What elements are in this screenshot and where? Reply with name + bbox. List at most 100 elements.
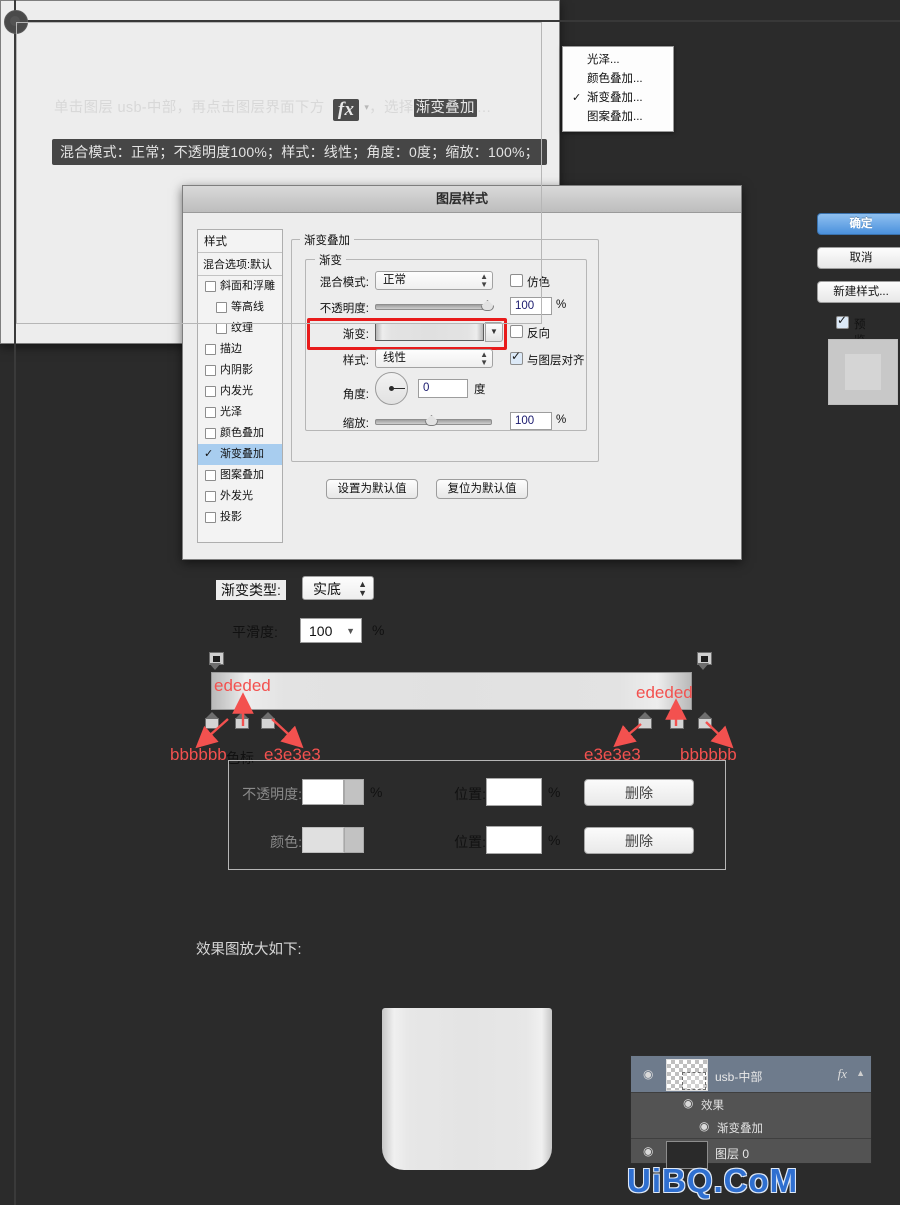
style-row-satin[interactable]: 光泽	[198, 402, 282, 423]
eye-icon-layer0[interactable]: ◉	[643, 1144, 653, 1158]
style-row-inner-glow[interactable]: 内发光	[198, 381, 282, 402]
layers-panel: ◉ usb-中部 fx ▲ ◉ 效果 ◉ 渐变叠加 ◉ 图层 0	[630, 1055, 872, 1169]
opacity-stop-left-tip	[209, 663, 221, 670]
layer-name-usb: usb-中部	[715, 1070, 763, 1084]
stop-opacity-input[interactable]	[302, 779, 344, 805]
layer-row-layer0[interactable]: ◉ 图层 0	[631, 1139, 871, 1169]
fx-dropdown-menu[interactable]: 光泽... 颜色叠加... ✓ 渐变叠加... 图案叠加...	[562, 46, 674, 132]
stop-color-dropdown[interactable]	[344, 827, 364, 853]
label-stop-opacity: 不透明度:	[242, 786, 302, 802]
new-style-button[interactable]: 新建样式...	[817, 281, 900, 303]
checkbox-drop-shadow[interactable]	[205, 512, 216, 523]
layer-name-layer0: 图层 0	[715, 1147, 750, 1161]
smoothness-input[interactable]: 100 ▼	[300, 618, 362, 643]
opacity-stop-right-inner	[701, 656, 708, 662]
scale-input[interactable]: 100	[510, 412, 552, 430]
style-row-inner-shadow[interactable]: 内阴影	[198, 360, 282, 381]
usb-result-preview	[382, 1008, 552, 1170]
style-row-pattern-overlay[interactable]: 图案叠加	[198, 465, 282, 486]
position-input-2[interactable]	[486, 826, 542, 854]
color-stop-0-body	[205, 718, 219, 729]
opacity-stop-right[interactable]	[697, 652, 712, 670]
checkbox-stroke[interactable]	[205, 344, 216, 355]
menu-item-pattern-overlay[interactable]: 图案叠加...	[563, 108, 673, 127]
checkbox-inner-shadow[interactable]	[205, 365, 216, 376]
color-stop-0[interactable]	[205, 712, 219, 729]
label-style: 样式:	[342, 355, 369, 367]
style-label-3: 描边	[220, 343, 242, 355]
style-select[interactable]: 线性 ▲ ▼	[375, 349, 493, 368]
style-value: 线性	[383, 352, 406, 364]
color-stop-1[interactable]	[235, 712, 249, 729]
checkbox-color-overlay[interactable]	[205, 428, 216, 439]
layer-row-gradient-overlay[interactable]: ◉ 渐变叠加	[631, 1115, 871, 1138]
position-percent-2: %	[548, 832, 561, 848]
reverse-checkbox[interactable]	[510, 325, 523, 338]
color-stop-2-body	[261, 718, 275, 729]
label-align-with-layer: 与图层对齐	[527, 355, 585, 367]
gradient-preview-bar[interactable]	[211, 672, 692, 710]
chevron-down-icon-smoothness[interactable]: ▼	[346, 619, 355, 644]
menu-item-label-2: 渐变叠加...	[587, 92, 643, 104]
layer-fx-icon[interactable]: fx	[838, 1066, 847, 1082]
style-row-gradient-overlay[interactable]: ✓ 渐变叠加	[198, 444, 282, 465]
layer-expand-caret-icon[interactable]: ▲	[856, 1068, 865, 1078]
smoothness-value: 100	[309, 623, 333, 639]
layer-row-usb[interactable]: ◉ usb-中部 fx ▲	[631, 1056, 871, 1092]
layer-thumbnail-usb	[666, 1059, 708, 1091]
checkbox-pattern-overlay[interactable]	[205, 470, 216, 481]
stop-opacity-dropdown[interactable]	[344, 779, 364, 805]
ok-button[interactable]: 确定	[817, 213, 900, 235]
menu-item-label-0: 光泽...	[587, 54, 620, 66]
menu-item-satin[interactable]: 光泽...	[563, 51, 673, 70]
opacity-stop-left[interactable]	[209, 652, 224, 670]
color-stop-3[interactable]	[638, 712, 652, 729]
menu-item-color-overlay[interactable]: 颜色叠加...	[563, 70, 673, 89]
eye-icon-effects[interactable]: ◉	[683, 1096, 693, 1110]
gradient-editor-dialog	[0, 0, 560, 344]
angle-input[interactable]: 0	[418, 379, 468, 398]
checkbox-outer-glow[interactable]	[205, 491, 216, 502]
label-gradient-type: 渐变类型:	[216, 580, 286, 600]
style-row-outer-glow[interactable]: 外发光	[198, 486, 282, 507]
gradient-type-select[interactable]: 实底 ▲ ▼	[302, 576, 374, 600]
updown-arrows-icon-gradtype: ▲ ▼	[358, 579, 367, 598]
angle-dial[interactable]	[375, 372, 408, 405]
style-row-drop-shadow[interactable]: 投影	[198, 507, 282, 528]
preview-checkbox[interactable]	[836, 313, 849, 329]
menu-item-gradient-overlay[interactable]: ✓ 渐变叠加...	[563, 89, 673, 108]
color-stop-5-body	[698, 718, 712, 729]
stop-opacity-percent: %	[370, 784, 383, 800]
annotation-left-bbbbbb: bbbbbb	[170, 745, 227, 764]
label-stop-color: 颜色:	[270, 834, 302, 850]
color-stop-3-body	[638, 718, 652, 729]
position-input-1[interactable]	[486, 778, 542, 806]
align-with-layer-checkbox[interactable]	[510, 349, 523, 365]
style-row-color-overlay[interactable]: 颜色叠加	[198, 423, 282, 444]
gradient-swatch[interactable]	[375, 323, 484, 341]
smoothness-percent-sign: %	[372, 622, 385, 638]
color-stop-5[interactable]	[698, 712, 712, 729]
checkbox-satin[interactable]	[205, 407, 216, 418]
cancel-button[interactable]: 取消	[817, 247, 900, 269]
style-label-9: 图案叠加	[220, 469, 264, 481]
delete-button-1[interactable]: 删除	[584, 779, 694, 806]
checkmark-gradient-overlay-icon: ✓	[204, 448, 214, 460]
gradient-dropdown-arrow-icon[interactable]: ▼	[485, 322, 503, 342]
updown-arrows-icon-style: ▲ ▼	[480, 350, 488, 367]
style-row-stroke[interactable]: 描边	[198, 339, 282, 360]
stop-color-swatch[interactable]	[302, 827, 344, 853]
eye-icon-gradient-overlay[interactable]: ◉	[699, 1119, 709, 1133]
checkbox-texture[interactable]	[216, 323, 227, 334]
color-stop-4[interactable]	[670, 712, 684, 729]
color-stop-2[interactable]	[261, 712, 275, 729]
layer-row-effects[interactable]: ◉ 效果	[631, 1092, 871, 1115]
delete-button-2[interactable]: 删除	[584, 827, 694, 854]
eye-icon-usb[interactable]: ◉	[643, 1067, 653, 1081]
reset-default-button[interactable]: 复位为默认值	[436, 479, 528, 499]
angle-unit: 度	[474, 384, 486, 396]
set-default-button[interactable]: 设置为默认值	[326, 479, 418, 499]
position-percent-1: %	[548, 784, 561, 800]
result-caption: 效果图放大如下:	[196, 942, 302, 958]
checkbox-inner-glow[interactable]	[205, 386, 216, 397]
